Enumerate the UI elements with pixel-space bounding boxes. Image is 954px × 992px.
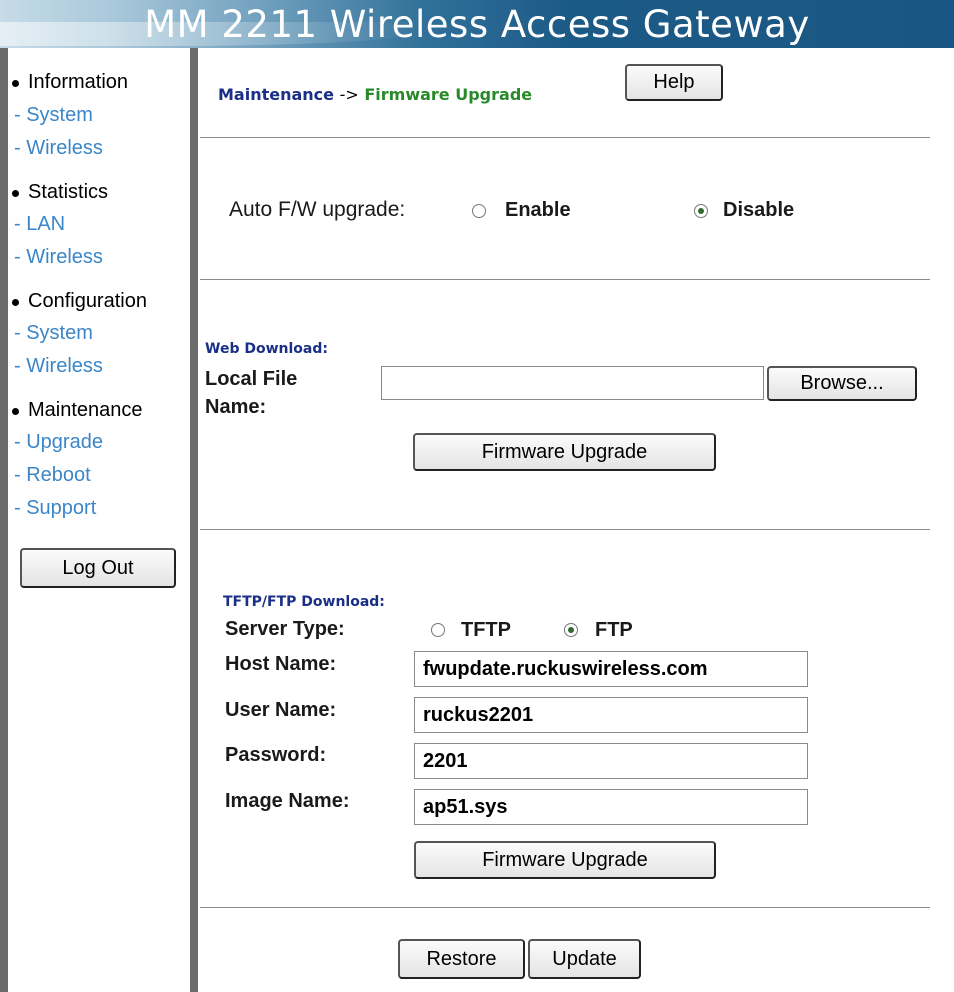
- sidebar-item-configuration-wireless[interactable]: - Wireless: [14, 355, 103, 378]
- password-label: Password:: [225, 744, 327, 766]
- auto-upgrade-disable-label: Disable: [723, 199, 795, 221]
- bullet-icon: [12, 190, 19, 197]
- server-type-label: Server Type:: [225, 618, 345, 640]
- divider: [200, 137, 930, 138]
- browse-button[interactable]: Browse...: [767, 366, 917, 401]
- bullet-icon: [12, 80, 19, 87]
- server-type-tftp-radio[interactable]: [431, 623, 445, 637]
- server-type-tftp-label: TFTP: [461, 619, 511, 641]
- sidebar-item-configuration-system[interactable]: - System: [14, 322, 93, 345]
- breadcrumb-arrow: ->: [339, 85, 359, 104]
- logout-button[interactable]: Log Out: [20, 548, 176, 588]
- tftp-download-title: TFTP/FTP Download:: [223, 594, 385, 610]
- host-name-input[interactable]: fwupdate.ruckuswireless.com: [414, 651, 808, 687]
- update-button[interactable]: Update: [528, 939, 641, 979]
- nav-group-label: Maintenance: [28, 399, 143, 421]
- auto-upgrade-enable-label: Enable: [505, 199, 571, 221]
- web-download-title: Web Download:: [205, 341, 328, 357]
- auto-upgrade-label: Auto F/W upgrade:: [229, 198, 406, 221]
- sidebar-item-information-system[interactable]: - System: [14, 104, 93, 127]
- sidebar-item-maintenance-upgrade[interactable]: - Upgrade: [14, 431, 103, 454]
- sidebar-divider: [190, 48, 198, 992]
- server-type-ftp-label: FTP: [595, 619, 633, 641]
- tftp-firmware-upgrade-button[interactable]: Firmware Upgrade: [414, 841, 716, 879]
- nav-group-label: Configuration: [28, 290, 147, 312]
- help-button[interactable]: Help: [625, 64, 723, 101]
- bullet-icon: [12, 408, 19, 415]
- divider: [200, 907, 930, 908]
- breadcrumb-section[interactable]: Maintenance: [218, 85, 334, 104]
- breadcrumb: Maintenance -> Firmware Upgrade: [218, 85, 532, 104]
- image-name-input[interactable]: ap51.sys: [414, 789, 808, 825]
- restore-button[interactable]: Restore: [398, 939, 525, 979]
- divider: [200, 279, 930, 280]
- sidebar-item-statistics-lan[interactable]: - LAN: [14, 213, 65, 236]
- user-name-input[interactable]: ruckus2201: [414, 697, 808, 733]
- local-file-label-line1: Local File: [205, 368, 298, 390]
- web-firmware-upgrade-button[interactable]: Firmware Upgrade: [413, 433, 716, 471]
- local-file-input[interactable]: [381, 366, 764, 400]
- image-name-label: Image Name:: [225, 790, 350, 812]
- bullet-icon: [12, 299, 19, 306]
- header-banner: MM 2211 Wireless Access Gateway: [0, 0, 954, 48]
- nav-group-label: Information: [28, 71, 129, 93]
- divider: [200, 529, 930, 530]
- user-name-label: User Name:: [225, 699, 337, 721]
- host-name-label: Host Name:: [225, 653, 337, 675]
- local-file-label-line2: Name:: [205, 396, 267, 418]
- server-type-ftp-radio[interactable]: [564, 623, 578, 637]
- sidebar-item-maintenance-reboot[interactable]: - Reboot: [14, 464, 91, 487]
- sidebar-item-information-wireless[interactable]: - Wireless: [14, 137, 103, 160]
- auto-upgrade-disable-radio[interactable]: [694, 204, 708, 218]
- page-title: MM 2211 Wireless Access Gateway: [144, 3, 810, 46]
- sidebar-item-statistics-wireless[interactable]: - Wireless: [14, 246, 103, 269]
- nav-group-label: Statistics: [28, 181, 109, 203]
- breadcrumb-page: Firmware Upgrade: [364, 85, 533, 104]
- sidebar-item-maintenance-support[interactable]: - Support: [14, 497, 96, 520]
- auto-upgrade-enable-radio[interactable]: [472, 204, 486, 218]
- password-input[interactable]: 2201: [414, 743, 808, 779]
